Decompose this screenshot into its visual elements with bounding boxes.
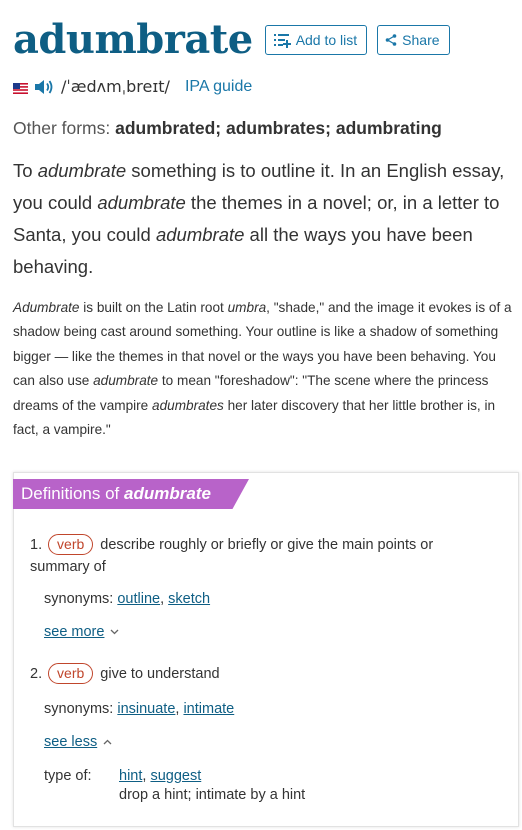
share-button[interactable]: Share [377, 25, 450, 55]
definition-text: give to understand [100, 666, 220, 682]
type-of-link[interactable]: suggest [150, 768, 201, 784]
definition-item: 1. verb describe roughly or briefly or g… [30, 534, 470, 578]
definition-number: 2. [30, 666, 43, 682]
other-forms-value: adumbrated; adumbrates; adumbrating [115, 118, 442, 138]
synonyms-row: synonyms: insinuate, intimate [44, 701, 235, 717]
list-add-icon [273, 32, 291, 48]
short-desc-term: adumbrate [37, 160, 127, 181]
definitions-tab-prefix: Definitions of [21, 484, 124, 503]
type-of-values: hint, suggest drop a hint; intimate by a… [119, 768, 306, 803]
synonyms-row: synonyms: outline, sketch [44, 591, 211, 607]
type-of-link[interactable]: hint [119, 768, 142, 784]
headword: adumbrate [13, 16, 253, 63]
short-desc-term: adumbrate [155, 224, 245, 245]
share-label: Share [402, 32, 440, 48]
synonyms-label: synonyms: [44, 701, 114, 717]
ipa-guide-link[interactable]: IPA guide [185, 78, 252, 96]
definition-item: 2. verb give to understand [30, 663, 470, 685]
synonym-link[interactable]: sketch [168, 591, 210, 607]
short-desc-term: adumbrate [97, 192, 186, 213]
speaker-icon[interactable] [34, 79, 54, 95]
type-of-definition: drop a hint; intimate by a hint [119, 787, 306, 803]
chevron-down-icon [110, 629, 119, 635]
synonym-link[interactable]: intimate [183, 701, 234, 717]
pronunciation-row: /ˈædʌmˌbreɪt/ IPA guide [13, 77, 252, 96]
add-to-list-button[interactable]: Add to list [264, 25, 368, 55]
long-desc-term: adumbrate [93, 373, 159, 389]
synonym-link[interactable]: insinuate [117, 701, 175, 717]
short-description: To adumbrate something is to outline it.… [13, 155, 518, 283]
definitions-tab-word: adumbrate [124, 484, 211, 503]
us-flag-icon [13, 81, 28, 94]
synonym-link[interactable]: outline [117, 591, 160, 607]
definitions-tab: Definitions of adumbrate [13, 479, 249, 509]
definition-number: 1. [30, 537, 43, 553]
see-less-label: see less [44, 734, 98, 750]
long-description: Adumbrate is built on the Latin root umb… [13, 296, 518, 442]
part-of-speech-badge: verb [48, 534, 94, 555]
long-desc-text: is built on the Latin root [79, 300, 228, 315]
definitions-tab-label: Definitions of adumbrate [21, 484, 211, 504]
add-to-list-label: Add to list [295, 32, 358, 48]
see-less-toggle[interactable]: see less [44, 734, 112, 750]
other-forms-label: Other forms: [13, 118, 111, 138]
long-desc-term: adumbrates [152, 397, 224, 413]
ipa-transcription: /ˈædʌmˌbreɪt/ [61, 77, 170, 96]
chevron-up-icon [103, 739, 112, 745]
share-icon [385, 34, 397, 46]
type-of-row: type of: hint, suggest drop a hint; inti… [44, 767, 484, 807]
long-desc-term: Adumbrate [13, 300, 80, 315]
synonyms-label: synonyms: [44, 591, 114, 607]
type-of-label: type of: [44, 768, 92, 784]
part-of-speech-badge: verb [48, 663, 94, 684]
definitions-panel: Definitions of adumbrate 1. verb describ… [13, 472, 519, 827]
other-forms: Other forms: adumbrated; adumbrates; adu… [13, 118, 442, 139]
see-more-label: see more [44, 624, 105, 640]
entry-header: adumbrate Add to list Share [13, 14, 450, 66]
long-desc-term: umbra [227, 300, 267, 315]
short-desc-text: To [13, 160, 38, 181]
see-more-toggle[interactable]: see more [44, 624, 119, 640]
